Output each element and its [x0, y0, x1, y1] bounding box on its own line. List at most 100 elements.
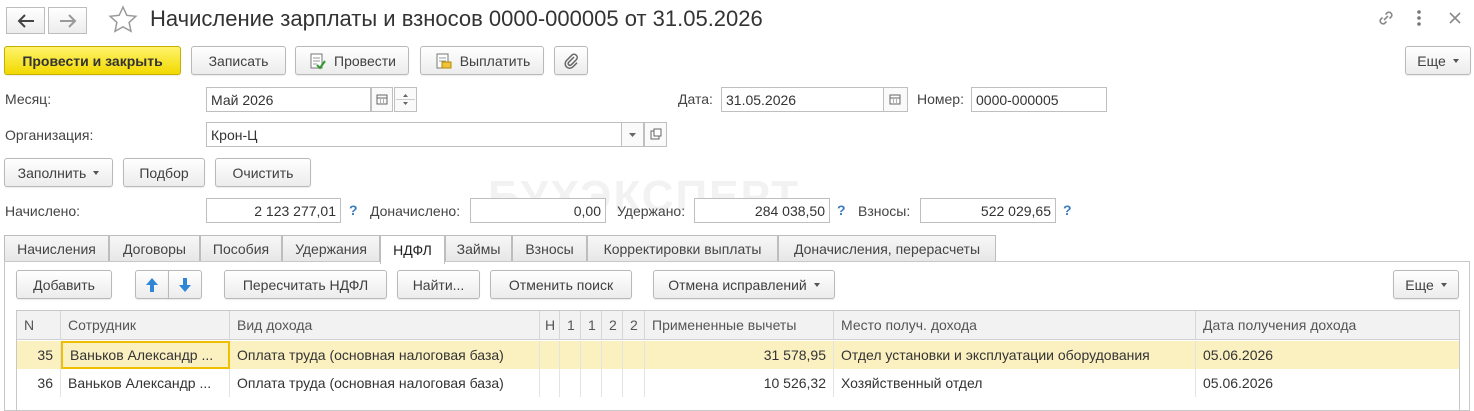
close-icon[interactable]: [1448, 8, 1462, 33]
column-header-income-type[interactable]: Вид дохода: [230, 311, 540, 340]
cell-income-place[interactable]: Отдел установки и эксплуатации оборудова…: [834, 341, 1196, 369]
more-button[interactable]: Еще: [1405, 46, 1471, 75]
more-menu-icon[interactable]: [1414, 8, 1424, 33]
tab-contributions[interactable]: Взносы: [512, 235, 587, 262]
calendar-icon: [889, 94, 901, 105]
clear-button[interactable]: Очистить: [215, 158, 311, 187]
additional-field: 0,00: [470, 198, 606, 223]
open-form-icon: [650, 128, 662, 140]
date-field[interactable]: 31.05.2026: [721, 87, 884, 112]
column-header-1b[interactable]: 1: [581, 311, 602, 340]
more-button-label: Еще: [1417, 52, 1446, 69]
organization-field[interactable]: Крон-Ц: [206, 122, 622, 147]
month-label: Месяц:: [5, 91, 52, 107]
post-document-icon: [310, 53, 326, 70]
cell-income-type[interactable]: Оплата труда (основная налоговая база): [230, 369, 540, 397]
back-button[interactable]: [6, 7, 45, 34]
tab-ndfl[interactable]: НДФЛ: [380, 235, 445, 264]
cell-2a[interactable]: [602, 369, 623, 397]
tab-accruals[interactable]: Начисления: [4, 235, 109, 262]
accrued-help-icon[interactable]: ?: [349, 202, 358, 218]
organization-label: Организация:: [5, 127, 94, 143]
column-header-1a[interactable]: 1: [560, 311, 581, 340]
contributions-help-icon[interactable]: ?: [1063, 202, 1072, 218]
cell-income-date[interactable]: 05.06.2026: [1196, 341, 1459, 369]
date-label: Дата:: [678, 91, 713, 107]
cancel-corrections-button[interactable]: Отмена исправлений: [653, 270, 835, 299]
month-field[interactable]: Май 2026: [206, 87, 371, 112]
cancel-search-button[interactable]: Отменить поиск: [490, 270, 632, 299]
fill-button-label: Заполнить: [17, 164, 87, 181]
table-row[interactable]: 36 Ваньков Александр ... Оплата труда (о…: [17, 369, 1459, 397]
arrow-right-icon: [59, 13, 76, 28]
cell-1a[interactable]: [560, 341, 581, 369]
cell-income-type[interactable]: Оплата труда (основная налоговая база): [230, 341, 540, 369]
cell-2a[interactable]: [602, 341, 623, 369]
panel-more-label: Еще: [1405, 276, 1434, 293]
accrued-label: Начислено:: [5, 203, 81, 219]
accrued-field: 2 123 277,01: [206, 198, 341, 223]
column-header-applied-deductions[interactable]: Примененные вычеты: [645, 311, 834, 340]
cell-applied-deductions[interactable]: 31 578,95: [645, 341, 834, 369]
move-down-button[interactable]: [168, 270, 202, 299]
column-header-income-date[interactable]: Дата получения дохода: [1196, 311, 1459, 340]
cell-employee[interactable]: Ваньков Александр ...: [61, 341, 230, 369]
page-title: Начисление зарплаты и взносов 0000-00000…: [150, 6, 763, 31]
tab-payment-corrections[interactable]: Корректировки выплаты: [587, 235, 778, 262]
cell-1a[interactable]: [560, 369, 581, 397]
ndfl-table: N Сотрудник Вид дохода Н 1 1 2 2 Примене…: [16, 310, 1460, 410]
column-header-n[interactable]: N: [17, 311, 61, 340]
arrow-left-icon: [17, 13, 34, 28]
panel-more-button[interactable]: Еще: [1393, 270, 1459, 299]
cell-employee[interactable]: Ваньков Александр ...: [61, 369, 230, 397]
select-button[interactable]: Подбор: [123, 158, 205, 187]
post-and-close-button[interactable]: Провести и закрыть: [4, 46, 181, 75]
cell-1b[interactable]: [581, 369, 602, 397]
chevron-down-icon: [629, 133, 636, 137]
paperclip-icon: [564, 53, 578, 69]
withheld-help-icon[interactable]: ?: [837, 202, 846, 218]
date-calendar-button[interactable]: [883, 87, 908, 112]
cell-1b[interactable]: [581, 341, 602, 369]
move-up-button[interactable]: [135, 270, 169, 299]
recalculate-ndfl-button[interactable]: Пересчитать НДФЛ: [224, 270, 387, 299]
fill-button[interactable]: Заполнить: [4, 158, 113, 187]
organization-dropdown-button[interactable]: [621, 122, 644, 147]
link-icon[interactable]: [1376, 8, 1396, 33]
cell-h[interactable]: [540, 369, 560, 397]
organization-open-button[interactable]: [644, 122, 667, 147]
pay-button[interactable]: Выплатить: [420, 46, 544, 75]
tab-deductions[interactable]: Удержания: [282, 235, 380, 262]
tab-benefits[interactable]: Пособия: [200, 235, 282, 262]
cell-2b[interactable]: [623, 341, 645, 369]
attach-button[interactable]: [554, 46, 588, 75]
column-header-h[interactable]: Н: [540, 311, 560, 340]
post-button[interactable]: Провести: [295, 46, 409, 75]
column-header-2a[interactable]: 2: [602, 311, 623, 340]
month-stepper[interactable]: [394, 87, 417, 112]
cell-2b[interactable]: [623, 369, 645, 397]
save-button[interactable]: Записать: [191, 46, 286, 75]
tab-contracts[interactable]: Договоры: [109, 235, 200, 262]
payment-document-icon: [436, 53, 452, 68]
tab-recalculations[interactable]: Доначисления, перерасчеты: [778, 235, 996, 262]
column-header-2b[interactable]: 2: [623, 311, 645, 340]
column-header-employee[interactable]: Сотрудник: [61, 311, 230, 340]
cell-h[interactable]: [540, 341, 560, 369]
number-field[interactable]: 0000-000005: [971, 87, 1107, 112]
add-button[interactable]: Добавить: [16, 270, 112, 299]
cell-income-date[interactable]: 05.06.2026: [1196, 369, 1459, 397]
number-label: Номер:: [917, 91, 964, 107]
find-button[interactable]: Найти...: [397, 270, 480, 299]
table-row[interactable]: 35 Ваньков Александр ... Оплата труда (о…: [17, 341, 1459, 369]
arrow-down-icon: [179, 277, 191, 292]
cell-income-place[interactable]: Хозяйственный отдел: [834, 369, 1196, 397]
column-header-income-place[interactable]: Место получ. дохода: [834, 311, 1196, 340]
forward-button[interactable]: [48, 7, 87, 34]
cell-n: 36: [17, 369, 61, 397]
contributions-label: Взносы:: [858, 203, 911, 219]
tab-loans[interactable]: Займы: [445, 235, 512, 262]
cell-applied-deductions[interactable]: 10 526,32: [645, 369, 834, 397]
month-calendar-button[interactable]: [371, 87, 393, 112]
favorite-star-icon[interactable]: [108, 5, 138, 38]
